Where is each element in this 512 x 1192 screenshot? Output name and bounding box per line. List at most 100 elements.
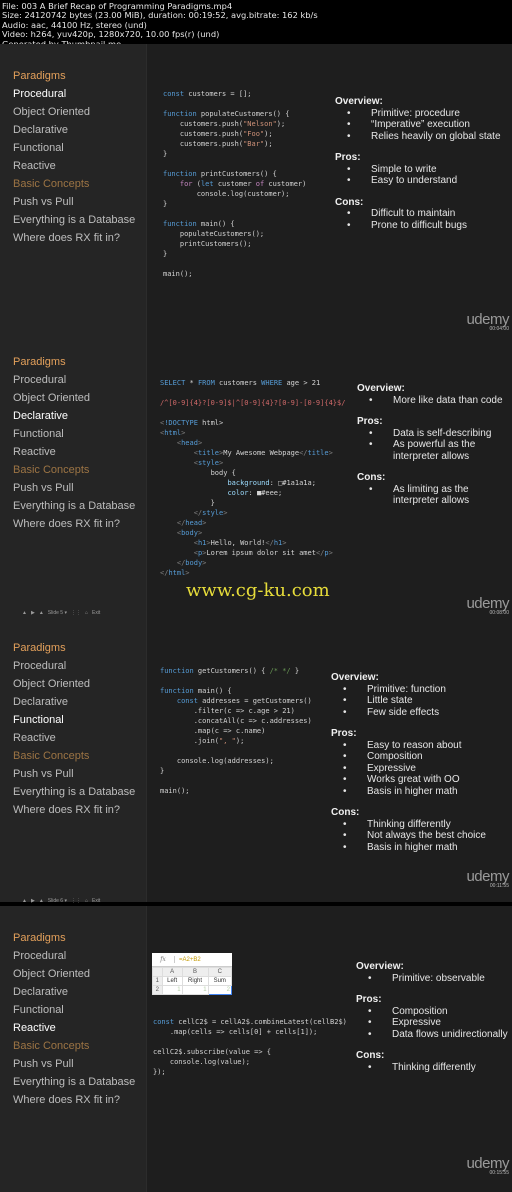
code-line: body { xyxy=(160,469,236,477)
nav-item-everything-is-a-database[interactable]: Everything is a Database xyxy=(13,783,135,801)
nav-item-where-does-rx-fit-in[interactable]: Where does RX fit in? xyxy=(13,801,135,819)
nav-item-reactive[interactable]: Reactive xyxy=(13,729,135,747)
list-item: Little state xyxy=(343,695,486,707)
nav-item-functional[interactable]: Functional xyxy=(13,711,135,729)
slide-selector[interactable]: Slide 6 ▾ xyxy=(48,898,67,904)
overview-list: More like data than code xyxy=(357,395,507,407)
prev-slide-icon[interactable]: ▲ xyxy=(22,898,27,904)
nav-item-procedural[interactable]: Procedural xyxy=(13,85,135,103)
notes-panel: Overview:Primitive: observable Pros:Compo… xyxy=(356,961,508,1083)
nav-item-procedural[interactable]: Procedural xyxy=(13,657,135,675)
home-icon[interactable]: ⌂ xyxy=(85,898,88,904)
nav-item-paradigms[interactable]: Paradigms xyxy=(13,67,135,85)
code-line: function populateCustomers() { xyxy=(163,110,290,118)
list-item: Thinking differently xyxy=(368,1062,508,1074)
nav-item-object-oriented[interactable]: Object Oriented xyxy=(13,675,135,693)
list-item: Easy to understand xyxy=(347,175,501,187)
cons-list: Thinking differentlyNot always the best … xyxy=(331,819,486,854)
nav-item-procedural[interactable]: Procedural xyxy=(13,947,135,965)
nav-item-paradigms[interactable]: Paradigms xyxy=(13,639,135,657)
code-line: for (let customer of customer) xyxy=(179,180,307,188)
notes-panel: Overview:Primitive: functionLittle state… xyxy=(331,672,486,863)
nav-item-everything-is-a-database[interactable]: Everything is a Database xyxy=(13,497,135,515)
nav-item-paradigms[interactable]: Paradigms xyxy=(13,353,135,371)
udemy-logo: udemy xyxy=(466,595,509,612)
nav-item-paradigms[interactable]: Paradigms xyxy=(13,929,135,947)
cell[interactable]: Sum xyxy=(207,976,233,986)
cell[interactable]: 1 xyxy=(181,985,209,995)
nav-item-everything-is-a-database[interactable]: Everything is a Database xyxy=(13,1073,135,1091)
code-line: } xyxy=(160,767,165,775)
cons-heading: Cons: xyxy=(331,807,360,818)
nav-item-declarative[interactable]: Declarative xyxy=(13,121,135,139)
row-header[interactable]: 2 xyxy=(152,985,163,995)
cell[interactable]: 1 xyxy=(161,985,183,995)
pros-heading: Pros: xyxy=(331,728,357,739)
code-block-procedural: const customers = []; function populateC… xyxy=(163,89,306,279)
video-frame-reactive: Paradigms Procedural Object Oriented Declar… xyxy=(0,906,512,1192)
sidebar: Paradigms Procedural Object Oriented Declar… xyxy=(0,44,147,330)
nav-item-basic-concepts[interactable]: Basic Concepts xyxy=(13,175,135,193)
exit-button[interactable]: Exit xyxy=(92,898,100,904)
nav-item-object-oriented[interactable]: Object Oriented xyxy=(13,965,135,983)
nav-item-functional[interactable]: Functional xyxy=(13,1001,135,1019)
pros-list: Data is self-describingAs powerful as th… xyxy=(357,428,507,463)
code-line: main(); xyxy=(160,787,190,795)
list-item: Composition xyxy=(343,751,486,763)
nav-item-reactive[interactable]: Reactive xyxy=(13,443,135,461)
code-line: <!DOCTYPE html> xyxy=(160,419,224,427)
formula-bar: fx =A2+B2 xyxy=(152,953,232,967)
nav-item-object-oriented[interactable]: Object Oriented xyxy=(13,103,135,121)
nav-item-push-vs-pull[interactable]: Push vs Pull xyxy=(13,1055,135,1073)
column-header[interactable]: A xyxy=(161,967,183,977)
formula-value[interactable]: =A2+B2 xyxy=(175,957,201,963)
nav-item-reactive[interactable]: Reactive xyxy=(13,1019,135,1037)
pros-list: CompositionExpressiveData flows unidirec… xyxy=(356,1006,508,1041)
pros-heading: Pros: xyxy=(335,152,361,163)
nav-item-push-vs-pull[interactable]: Push vs Pull xyxy=(13,765,135,783)
row-header[interactable]: 1 xyxy=(152,976,163,986)
cons-heading: Cons: xyxy=(357,472,386,483)
nav-item-basic-concepts[interactable]: Basic Concepts xyxy=(13,747,135,765)
code-line: function main() { xyxy=(163,220,235,228)
nav-item-where-does-rx-fit-in[interactable]: Where does RX fit in? xyxy=(13,229,135,247)
next-slide-icon[interactable]: ▲ xyxy=(39,898,44,904)
nav-item-declarative[interactable]: Declarative xyxy=(13,407,135,425)
cell[interactable]: Left xyxy=(161,976,183,986)
column-header[interactable]: C xyxy=(207,967,233,977)
nav-item-declarative[interactable]: Declarative xyxy=(13,693,135,711)
nav-item-where-does-rx-fit-in[interactable]: Where does RX fit in? xyxy=(13,1091,135,1109)
nav-item-object-oriented[interactable]: Object Oriented xyxy=(13,389,135,407)
code-line: customers.push("Nelson"); xyxy=(163,120,286,128)
nav-item-declarative[interactable]: Declarative xyxy=(13,983,135,1001)
nav-item-push-vs-pull[interactable]: Push vs Pull xyxy=(13,193,135,211)
nav-item-functional[interactable]: Functional xyxy=(13,139,135,157)
list-item: Composition xyxy=(368,1006,508,1018)
code-line: <style> xyxy=(193,459,224,467)
nav-item-basic-concepts[interactable]: Basic Concepts xyxy=(13,461,135,479)
nav-item-where-does-rx-fit-in[interactable]: Where does RX fit in? xyxy=(13,515,135,533)
play-icon[interactable]: ▶ xyxy=(31,898,35,904)
code-line: .concatAll(c => c.addresses) xyxy=(160,717,312,725)
nav-item-functional[interactable]: Functional xyxy=(13,425,135,443)
code-line: console.log(value); xyxy=(153,1058,250,1066)
column-header[interactable]: B xyxy=(181,967,209,977)
pros-list: Simple to writeEasy to understand xyxy=(335,164,501,187)
nav-item-basic-concepts[interactable]: Basic Concepts xyxy=(13,1037,135,1055)
fullscreen-icon[interactable]: ⋮⋮ xyxy=(71,898,81,904)
udemy-logo: udemy xyxy=(466,1155,509,1172)
list-item: Not always the best choice xyxy=(343,830,486,842)
nav-item-reactive[interactable]: Reactive xyxy=(13,157,135,175)
nav-item-procedural[interactable]: Procedural xyxy=(13,371,135,389)
nav-item-push-vs-pull[interactable]: Push vs Pull xyxy=(13,479,135,497)
nav-item-everything-is-a-database[interactable]: Everything is a Database xyxy=(13,211,135,229)
udemy-logo: udemy xyxy=(466,311,509,328)
selected-cell[interactable]: 2 xyxy=(207,985,233,995)
list-item: Easy to reason about xyxy=(343,740,486,752)
sidebar: Paradigms Procedural Object Oriented Declar… xyxy=(0,330,147,616)
list-item: Primitive: observable xyxy=(368,973,508,985)
cell[interactable]: Right xyxy=(181,976,209,986)
code-block-functional: function getCustomers() { /* */ } functi… xyxy=(160,666,312,796)
